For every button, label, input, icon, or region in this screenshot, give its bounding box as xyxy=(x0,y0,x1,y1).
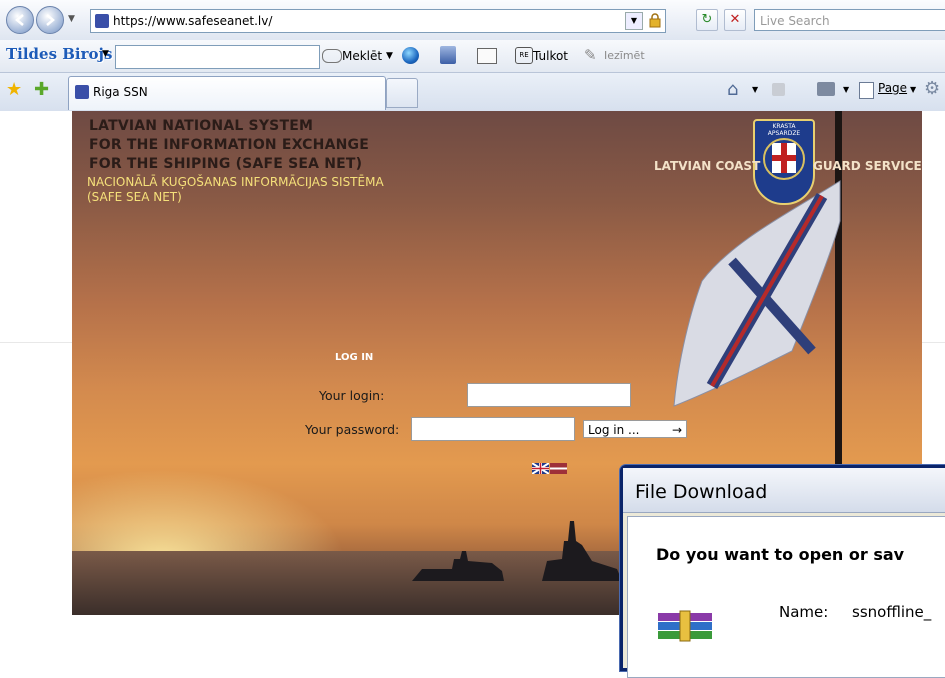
pencil-icon: ✎ xyxy=(584,46,597,64)
url-text: https://www.safeseanet.lv/ xyxy=(113,14,273,28)
forward-button[interactable] xyxy=(36,6,64,34)
padlock-icon[interactable] xyxy=(647,12,663,28)
print-icon[interactable] xyxy=(817,82,835,96)
favorites-star-icon[interactable]: ★ xyxy=(6,79,22,100)
title-line-2: FOR THE INFORMATION EXCHANGE xyxy=(89,137,369,153)
brand-chevron-icon[interactable]: ▼ xyxy=(102,49,109,59)
shield-icon[interactable] xyxy=(440,46,456,64)
latvian-flag-icon[interactable] xyxy=(550,463,567,474)
system-title: LATVIAN NATIONAL SYSTEM FOR THE INFORMAT… xyxy=(89,117,369,174)
back-button[interactable] xyxy=(6,6,34,34)
title-line-3: FOR THE SHIPING (SAFE SEA NET) xyxy=(89,156,363,172)
anchor-cross-icon xyxy=(763,138,805,180)
recent-pages-chevron-icon[interactable]: ▼ xyxy=(68,14,75,24)
file-download-dialog: File Download Do you want to open or sav… xyxy=(620,465,945,678)
tildes-brand-logo: Tildes Birojs xyxy=(6,45,113,63)
add-favorite-icon[interactable]: ✚ xyxy=(34,79,49,100)
translate-icon: RE xyxy=(515,47,533,64)
login-input[interactable] xyxy=(467,383,631,407)
toolbar-search-input[interactable] xyxy=(115,45,320,69)
book-icon[interactable] xyxy=(477,48,497,64)
tab-favicon-icon xyxy=(75,85,89,99)
coast-guard-label-left: LATVIAN COAST xyxy=(654,159,761,173)
arrow-right-icon: → xyxy=(671,423,682,437)
page-icon xyxy=(859,82,874,99)
coast-guard-label-right: GUARD SERVICE xyxy=(813,159,922,173)
url-dropdown-icon[interactable]: ▼ xyxy=(625,12,643,30)
home-chevron-icon[interactable]: ▼ xyxy=(752,85,758,94)
page-chevron-icon[interactable]: ▼ xyxy=(910,85,916,94)
live-search-input[interactable]: Live Search xyxy=(754,9,945,31)
url-field[interactable]: https://www.safeseanet.lv/ ▼ xyxy=(90,9,666,33)
password-input[interactable] xyxy=(411,417,575,441)
tools-gear-icon[interactable]: ⚙ xyxy=(924,78,940,99)
dialog-titlebar[interactable]: File Download xyxy=(623,468,945,513)
emblem-text: KRASTA APSARDZE xyxy=(767,123,801,137)
coast-guard-emblem: KRASTA APSARDZE xyxy=(753,119,815,205)
translate-button[interactable]: Tulkot xyxy=(533,41,568,71)
site-favicon-icon xyxy=(95,14,109,28)
archive-file-icon xyxy=(658,610,712,642)
tildes-toolbar: Tildes Birojs ▼ Meklēt ▼ RE Tulkot ✎ Iez… xyxy=(0,40,945,73)
ships-silhouette-image xyxy=(412,521,622,581)
system-subtitle: NACIONĀLĀ KUĢOŠANAS INFORMĀCIJAS SISTĒMA… xyxy=(87,175,384,205)
stop-icon[interactable]: ✕ xyxy=(724,9,746,31)
tab-title: Riga SSN xyxy=(93,85,148,99)
tab-riga-ssn[interactable]: Riga SSN xyxy=(68,76,386,110)
new-tab-button[interactable] xyxy=(386,78,418,108)
insert-button[interactable]: Iezīmēt xyxy=(604,41,645,71)
globe-icon[interactable] xyxy=(402,47,419,64)
english-flag-icon[interactable] xyxy=(532,463,549,474)
login-button[interactable]: Log in ... → xyxy=(583,420,687,438)
name-label: Name: xyxy=(779,603,829,621)
search-chevron-icon[interactable]: ▼ xyxy=(386,51,393,61)
back-arrow-icon xyxy=(15,14,24,26)
page-menu-button[interactable]: Page xyxy=(878,81,907,95)
search-button[interactable]: Meklēt xyxy=(342,41,382,71)
login-button-label: Log in ... xyxy=(588,423,640,437)
login-label: Your login: xyxy=(319,388,385,403)
dialog-title: File Download xyxy=(635,481,768,503)
subtitle-line-2: (SAFE SEA NET) xyxy=(87,190,182,204)
forward-arrow-icon xyxy=(46,14,55,26)
password-label: Your password: xyxy=(305,422,400,437)
search-cloud-icon xyxy=(322,49,342,63)
file-name-value: ssnoffline_ xyxy=(852,603,932,621)
home-icon[interactable]: ⌂ xyxy=(727,79,738,100)
refresh-icon[interactable]: ↻ xyxy=(696,9,718,31)
subtitle-line-1: NACIONĀLĀ KUĢOŠANAS INFORMĀCIJAS SISTĒMA xyxy=(87,175,384,189)
print-chevron-icon[interactable]: ▼ xyxy=(843,85,849,94)
address-bar: ▼ https://www.safeseanet.lv/ ▼ ↻ ✕ Live … xyxy=(0,0,945,41)
dialog-question: Do you want to open or sav xyxy=(656,545,905,564)
feeds-icon[interactable] xyxy=(772,83,785,96)
dialog-body: Do you want to open or sav Name: ssnoffl… xyxy=(627,516,945,678)
title-line-1: LATVIAN NATIONAL SYSTEM xyxy=(89,118,314,134)
login-heading: LOG IN xyxy=(335,352,374,363)
